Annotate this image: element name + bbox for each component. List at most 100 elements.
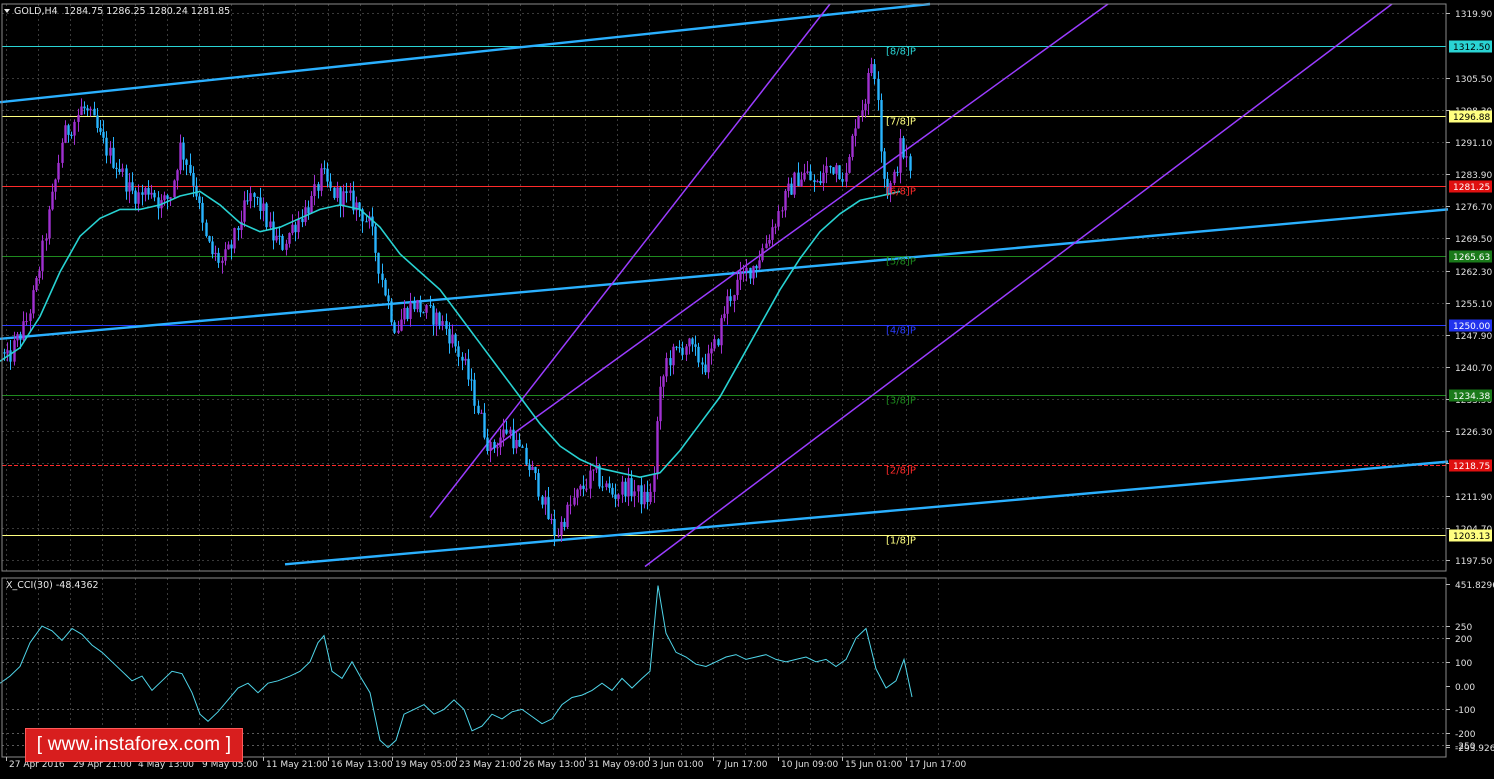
candle-body (809, 171, 812, 181)
candle-body (637, 485, 640, 492)
candle-body (505, 429, 508, 434)
candle-body (381, 273, 384, 280)
candle-body (390, 301, 393, 323)
candle-body (896, 171, 899, 173)
candle-body (633, 491, 636, 496)
candle-body (569, 504, 572, 506)
y-tick-label: 1211.90 (1455, 493, 1492, 503)
candle-body (307, 207, 310, 214)
candle-body (768, 239, 771, 244)
candle-body (19, 334, 22, 340)
candle-body (435, 312, 438, 325)
candle-body (592, 469, 595, 471)
candle-body (41, 240, 44, 271)
candle-body (198, 196, 201, 203)
chart-area[interactable]: [8/8]P [7/8]P [6/8]P [5/8]P [4/8]P [3/8]P [2/8… (0, 0, 1494, 775)
candle-body (467, 358, 470, 380)
candle-body (272, 221, 275, 241)
candle-body (259, 197, 262, 211)
candle-body (729, 296, 732, 301)
candle-body (585, 488, 588, 490)
candle-body (470, 379, 473, 381)
x-tick-label: 11 May 21:00 (266, 760, 328, 770)
candle-body (877, 78, 880, 101)
price-tag-text: 1281.25 (1453, 183, 1490, 193)
candle-body (83, 106, 86, 109)
x-tick-label: 7 Jun 17:00 (716, 760, 768, 770)
candle-body (45, 238, 48, 241)
candle-body (118, 168, 121, 172)
price-tag-text: 1312.50 (1453, 43, 1490, 53)
candle-body (51, 191, 54, 210)
candle-body (144, 188, 147, 195)
candle-body (16, 334, 19, 341)
candle-body (374, 226, 377, 253)
candle-body (643, 491, 646, 505)
candle-body (605, 483, 608, 488)
candle-body (189, 164, 192, 173)
candle-body (9, 350, 12, 362)
candle-body (163, 195, 166, 201)
candle-body (691, 338, 694, 345)
candle-body (733, 295, 736, 301)
y-tick-label: 1283.90 (1455, 171, 1492, 181)
candle-body (893, 171, 896, 184)
candle-body (54, 179, 57, 192)
candle-body (499, 437, 502, 448)
candle-body (675, 346, 678, 348)
candle-body (464, 358, 467, 361)
x-tick-label: 15 Jun 01:00 (845, 760, 902, 770)
candle-body (281, 235, 284, 250)
candle-body (413, 302, 416, 310)
candle-body (752, 265, 755, 279)
candle-body (99, 127, 102, 132)
candle-body (393, 322, 396, 333)
candle-body (310, 195, 313, 214)
candle-body (285, 243, 288, 250)
candle-body (787, 183, 790, 191)
candle-body (173, 180, 176, 198)
candle-body (525, 447, 528, 465)
cci-tick-label: 250 (1455, 623, 1472, 633)
candle-body (518, 439, 521, 447)
candle-body (659, 386, 662, 422)
cci-tick-label: -293.9265 (1455, 744, 1494, 754)
y-tick-label: 1276.70 (1455, 203, 1492, 213)
candle-body (576, 489, 579, 498)
candle-body (195, 185, 198, 197)
candle-body (573, 497, 576, 505)
candle-body (323, 168, 326, 170)
candle-body (429, 305, 432, 307)
murrey-level-label: [8/8]P (886, 47, 916, 58)
candle-body (211, 241, 214, 255)
candle-body (797, 172, 800, 187)
candle-body (742, 271, 745, 273)
candle-body (819, 181, 822, 184)
candle-body (89, 108, 92, 111)
candle-body (77, 114, 80, 122)
candle-body (749, 267, 752, 279)
candle-body (256, 196, 259, 198)
candle-body (617, 494, 620, 499)
candle-body (112, 147, 115, 168)
candle-body (534, 466, 537, 474)
candle-body (790, 183, 793, 195)
candle-body (288, 233, 291, 244)
candle-body (765, 243, 768, 249)
candle-body (179, 142, 182, 171)
candle-body (409, 302, 412, 319)
price-tag-text: 1296.88 (1453, 113, 1490, 123)
candle-body (227, 244, 230, 250)
candle-body (313, 184, 316, 196)
candle-body (726, 296, 729, 314)
y-tick-label: 1255.10 (1455, 300, 1492, 310)
candle-body (515, 439, 518, 449)
watermark-badge: [ www.instaforex.com ] (25, 728, 243, 762)
candle-body (317, 184, 320, 191)
candle-body (425, 305, 428, 313)
candle-body (909, 156, 912, 171)
candle-body (704, 364, 707, 373)
candle-body (905, 156, 908, 158)
candle-body (230, 244, 233, 249)
candle-body (621, 481, 624, 495)
